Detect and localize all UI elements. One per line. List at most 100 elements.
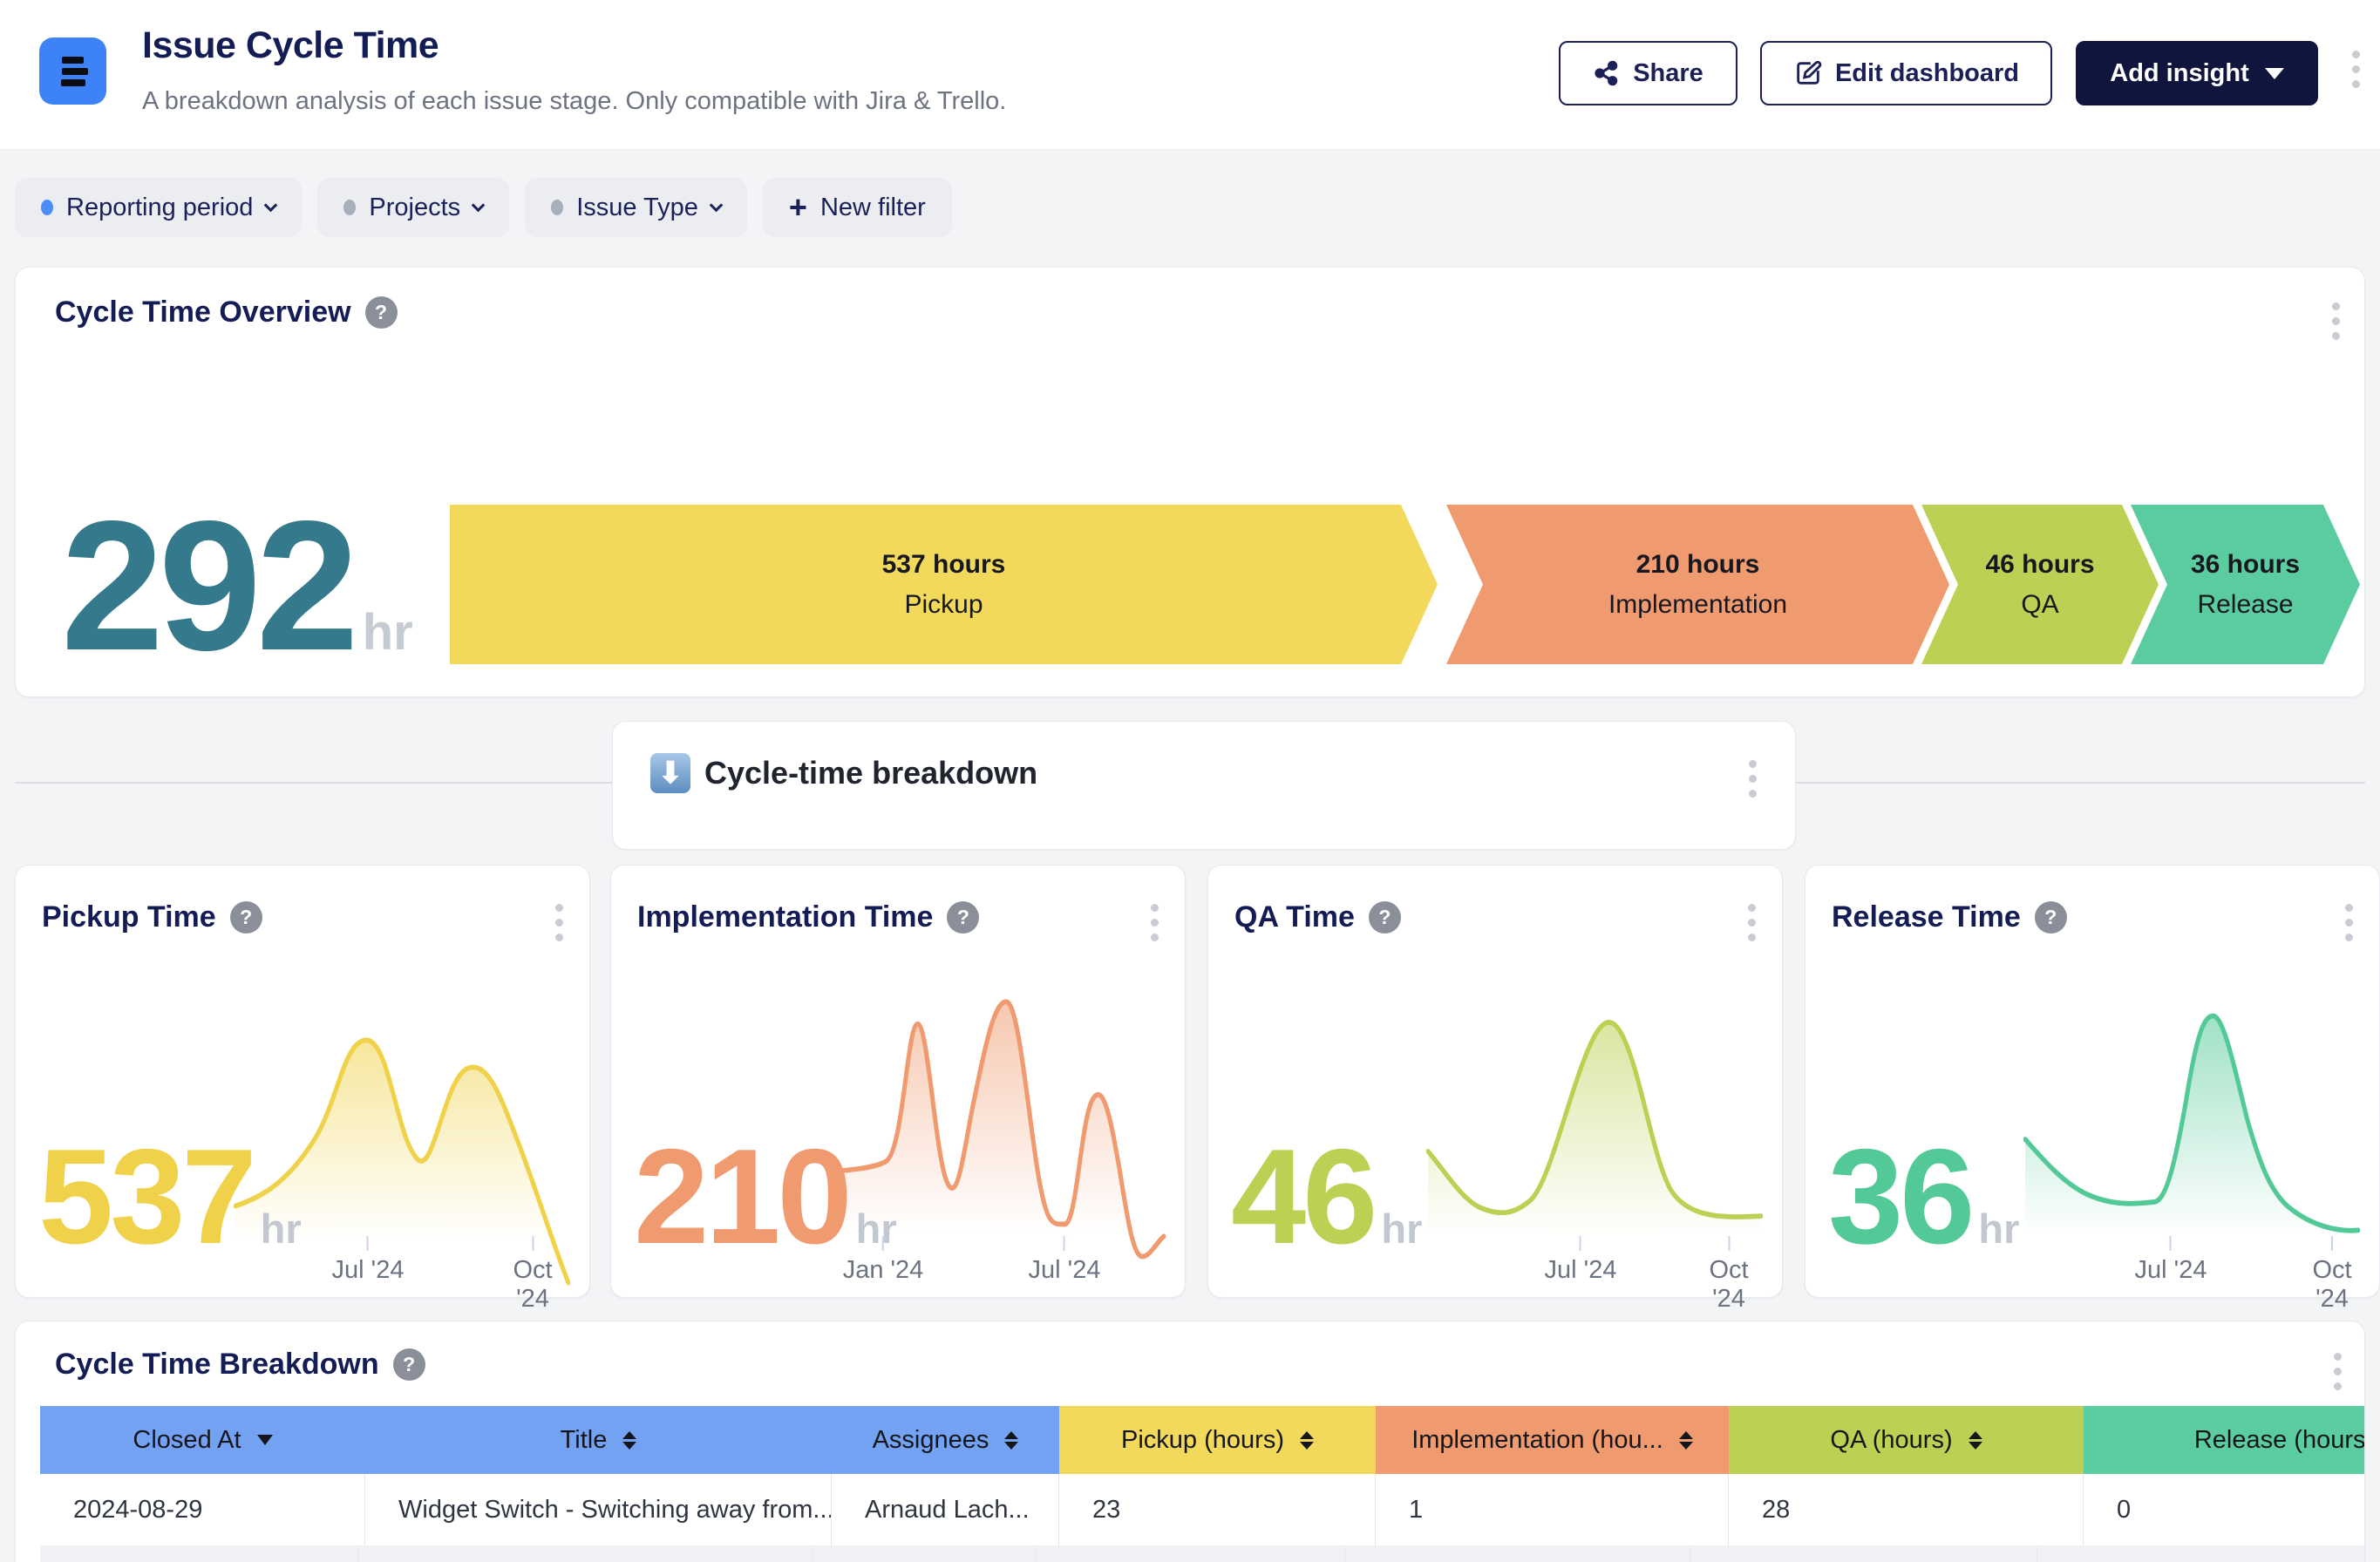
help-icon[interactable]: ? bbox=[365, 296, 398, 329]
metric-unit: hr bbox=[261, 1205, 302, 1253]
filter-issue-type[interactable]: Issue Type bbox=[525, 178, 747, 237]
help-icon[interactable]: ? bbox=[230, 901, 262, 934]
card-kebab-menu-icon[interactable] bbox=[2345, 904, 2353, 941]
help-icon[interactable]: ? bbox=[1369, 901, 1401, 934]
page-subtitle: A breakdown analysis of each issue stage… bbox=[142, 87, 1006, 116]
share-button[interactable]: Share bbox=[1559, 41, 1737, 105]
metric-card-title: Pickup Time bbox=[42, 900, 216, 934]
inactive-filter-dot-icon bbox=[343, 200, 356, 215]
funnel-stage-pickup[interactable]: 537 hours Pickup bbox=[450, 505, 1438, 664]
metric-number: 537 bbox=[38, 1129, 254, 1264]
cell-release: 0 bbox=[2084, 1474, 2365, 1545]
column-label: Title bbox=[561, 1426, 608, 1455]
column-header-closed-at[interactable]: Closed At bbox=[40, 1406, 365, 1474]
metric-value: 210 hr bbox=[634, 1129, 897, 1264]
table-header-row: Closed At Title Assignees Pickup (hours)… bbox=[40, 1406, 2365, 1474]
sort-desc-icon bbox=[257, 1435, 273, 1445]
card-kebab-menu-icon[interactable] bbox=[1748, 904, 1756, 941]
column-header-title[interactable]: Title bbox=[365, 1406, 832, 1474]
total-cycle-time-value: 292 bbox=[61, 505, 354, 668]
new-filter-label: New filter bbox=[820, 194, 926, 222]
filter-reporting-period[interactable]: Reporting period bbox=[15, 178, 302, 237]
active-filter-dot-icon bbox=[41, 200, 53, 215]
down-arrow-emoji-icon: ⬇ bbox=[650, 753, 690, 793]
metric-unit: hr bbox=[1381, 1205, 1422, 1253]
funnel-stage-qa[interactable]: 46 hours QA bbox=[1921, 505, 2159, 664]
metric-number: 36 bbox=[1828, 1129, 1971, 1264]
chevron-down-icon bbox=[472, 198, 486, 212]
column-header-assignees[interactable]: Assignees bbox=[832, 1406, 1059, 1474]
banner-kebab-menu-icon[interactable] bbox=[1749, 760, 1757, 798]
qa-time-card: QA Time ? Jul '24 Oct '24 46 hr bbox=[1207, 865, 1783, 1298]
funnel-stage-implementation[interactable]: 210 hours Implementation bbox=[1446, 505, 1949, 664]
card-kebab-menu-icon[interactable] bbox=[555, 904, 563, 941]
metric-value: 537 hr bbox=[38, 1129, 302, 1264]
metric-unit: hr bbox=[1978, 1205, 2019, 1253]
cell-implementation: 1 bbox=[1376, 1474, 1729, 1545]
funnel-stage-release[interactable]: 36 hours Release bbox=[2131, 505, 2360, 664]
overview-card-title: Cycle Time Overview bbox=[55, 295, 351, 329]
stage-label: Release bbox=[2197, 590, 2293, 620]
new-filter-button[interactable]: + New filter bbox=[763, 178, 952, 237]
filter-projects[interactable]: Projects bbox=[317, 178, 509, 237]
cycle-stage-funnel: 537 hours Pickup 210 hours Implementatio… bbox=[450, 505, 2361, 664]
cell-closed-at: 2024-08-29 bbox=[40, 1474, 365, 1545]
stage-value: 210 hours bbox=[1636, 550, 1760, 580]
x-tick-label: Oct '24 bbox=[1703, 1236, 1756, 1314]
help-icon[interactable]: ? bbox=[947, 901, 979, 934]
column-label: Assignees bbox=[873, 1426, 989, 1455]
menu-icon[interactable] bbox=[39, 37, 106, 105]
sort-icon bbox=[1969, 1431, 1982, 1450]
column-label: QA (hours) bbox=[1830, 1426, 1952, 1455]
stage-value: 537 hours bbox=[882, 550, 1006, 580]
filter-reporting-period-label: Reporting period bbox=[66, 194, 253, 222]
column-label: Closed At bbox=[133, 1426, 241, 1455]
metric-card-title: QA Time bbox=[1234, 900, 1355, 934]
caret-down-icon bbox=[2265, 68, 2284, 79]
column-label: Release (hours) bbox=[2194, 1426, 2365, 1455]
sort-icon bbox=[1004, 1431, 1018, 1450]
cell-assignees: Arnaud Lach... bbox=[832, 1474, 1059, 1545]
inactive-filter-dot-icon bbox=[551, 200, 563, 215]
stage-value: 36 hours bbox=[2191, 550, 2300, 580]
cell-title: Widget Switch - Switching away from... bbox=[365, 1474, 832, 1545]
stage-label: Pickup bbox=[904, 590, 983, 620]
column-header-implementation[interactable]: Implementation (hou... bbox=[1376, 1406, 1729, 1474]
stage-value: 46 hours bbox=[1985, 550, 2094, 580]
card-kebab-menu-icon[interactable] bbox=[1151, 904, 1159, 941]
column-label: Implementation (hou... bbox=[1411, 1426, 1663, 1455]
sort-icon bbox=[1679, 1431, 1693, 1450]
cycle-time-breakdown-table-card: Cycle Time Breakdown ? Closed At Title A… bbox=[15, 1321, 2365, 1562]
add-insight-button[interactable]: Add insight bbox=[2076, 41, 2318, 105]
x-tick-label: Jul '24 bbox=[1545, 1236, 1617, 1285]
column-header-qa[interactable]: QA (hours) bbox=[1729, 1406, 2084, 1474]
table-row[interactable]: 2024-08-29 Widget Switch - Switching awa… bbox=[40, 1474, 2365, 1545]
edit-dashboard-button[interactable]: Edit dashboard bbox=[1760, 41, 2052, 105]
help-icon[interactable]: ? bbox=[2035, 901, 2067, 934]
sort-icon bbox=[1300, 1431, 1314, 1450]
implementation-time-card: Implementation Time ? Jan '24 Jul '24 21… bbox=[610, 865, 1186, 1298]
pickup-time-card: Pickup Time ? Jul '24 Oct '24 537 hr bbox=[15, 865, 590, 1298]
x-tick-label: Jul '24 bbox=[1029, 1236, 1101, 1285]
cycle-time-overview-card: Cycle Time Overview ? 292 hr 537 hours P… bbox=[15, 267, 2365, 697]
chevron-down-icon bbox=[264, 198, 278, 212]
header-kebab-menu-icon[interactable] bbox=[2352, 51, 2360, 88]
stage-label: QA bbox=[2021, 590, 2058, 620]
metric-unit: hr bbox=[856, 1205, 897, 1253]
edit-dashboard-label: Edit dashboard bbox=[1835, 59, 2019, 88]
table-row-partial[interactable] bbox=[40, 1545, 2365, 1562]
column-header-release[interactable]: Release (hours) bbox=[2084, 1406, 2365, 1474]
x-tick-label: Jul '24 bbox=[2135, 1236, 2207, 1285]
table-kebab-menu-icon[interactable] bbox=[2334, 1353, 2342, 1390]
help-icon[interactable]: ? bbox=[393, 1348, 425, 1381]
plus-icon: + bbox=[789, 192, 807, 223]
total-cycle-time: 292 hr bbox=[61, 505, 413, 668]
metric-number: 46 bbox=[1231, 1129, 1374, 1264]
filter-bar: Reporting period Projects Issue Type + N… bbox=[15, 178, 952, 237]
metric-card-title: Implementation Time bbox=[637, 900, 933, 934]
x-tick-label: Oct '24 bbox=[2309, 1236, 2356, 1314]
banner-title: Cycle-time breakdown bbox=[704, 755, 1037, 791]
column-header-pickup[interactable]: Pickup (hours) bbox=[1059, 1406, 1376, 1474]
share-icon bbox=[1593, 59, 1621, 87]
overview-kebab-menu-icon[interactable] bbox=[2332, 302, 2340, 340]
